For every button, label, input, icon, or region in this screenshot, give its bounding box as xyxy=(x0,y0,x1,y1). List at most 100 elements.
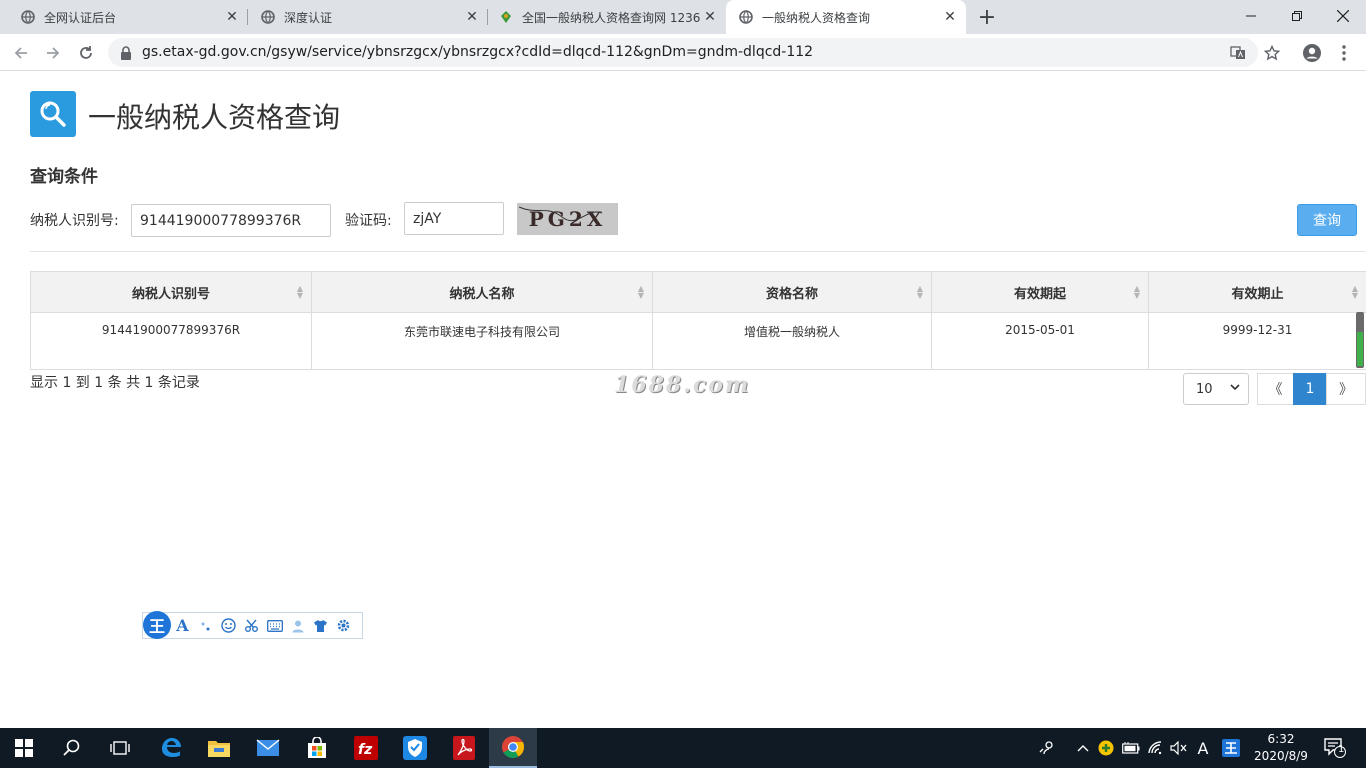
close-icon[interactable]: ✕ xyxy=(700,7,720,27)
watermark: 1688.com xyxy=(614,372,751,398)
profile-icon[interactable] xyxy=(1299,40,1325,66)
page-title: 一般纳税人资格查询 xyxy=(88,101,341,134)
scissors-icon[interactable] xyxy=(240,616,263,636)
notification-center-icon[interactable]: 1 xyxy=(1320,728,1350,768)
clock-time: 6:32 xyxy=(1267,732,1295,746)
search-icon[interactable] xyxy=(48,728,96,768)
table-scrollbar-thumb[interactable] xyxy=(1357,332,1363,366)
browser-tab-2[interactable]: 深度认证 ✕ xyxy=(248,0,488,34)
windows-start-icon[interactable] xyxy=(0,728,48,768)
tax-logo-icon xyxy=(498,9,514,25)
pdf-reader-icon[interactable] xyxy=(440,728,488,768)
ime-logo-icon[interactable]: 王 xyxy=(143,610,171,639)
ime-mode-indicator[interactable]: A xyxy=(1192,728,1214,768)
taxpayer-id-label: 纳税人识别号: xyxy=(30,213,119,229)
battery-icon[interactable] xyxy=(1120,728,1142,768)
column-header-valid-from[interactable]: 有效期起 ▲ ▼ xyxy=(931,271,1149,313)
translate-icon[interactable] xyxy=(1228,43,1248,63)
sort-icon[interactable]: ▲ ▼ xyxy=(917,285,923,300)
browser-tab-4[interactable]: 一般纳税人资格查询 ✕ xyxy=(726,0,966,34)
captcha-label: 验证码: xyxy=(345,213,392,229)
table-header-row: 纳税人识别号 ▲ ▼ 纳税人名称 ▲ ▼ 资格名称 ▲ ▼ 有效期起 ▲ ▼ 有效期止 ▲ ▼ xyxy=(30,271,1366,313)
page-size-value: 10 xyxy=(1196,381,1213,397)
globe-icon xyxy=(20,9,36,25)
chrome-icon[interactable] xyxy=(489,728,537,768)
sort-icon[interactable]: ▲ ▼ xyxy=(1352,285,1358,300)
close-icon[interactable]: ✕ xyxy=(940,7,960,27)
ime-tray-icon[interactable] xyxy=(1220,728,1242,768)
reload-button[interactable] xyxy=(73,40,99,66)
minimize-button[interactable] xyxy=(1228,0,1274,32)
ime-toolbar: 王 A xyxy=(142,610,363,639)
lock-icon[interactable] xyxy=(120,45,132,64)
captcha-image[interactable]: PG2X xyxy=(517,203,618,235)
user-icon[interactable] xyxy=(286,616,309,636)
column-header-qualification[interactable]: 资格名称 ▲ ▼ xyxy=(652,271,932,313)
address-bar[interactable]: gs.etax-gd.gov.cn/gsyw/service/ybnsrzgcx… xyxy=(108,38,1258,67)
close-icon[interactable]: ✕ xyxy=(222,7,242,27)
file-explorer-icon[interactable] xyxy=(195,728,243,768)
browser-tab-3[interactable]: 全国一般纳税人资格查询网 1236 ✕ xyxy=(488,0,726,34)
prev-page-button[interactable]: 《 xyxy=(1257,373,1294,405)
cell-taxpayer-id: 91441900077899376R xyxy=(30,312,312,370)
next-page-button[interactable]: 》 xyxy=(1326,373,1366,405)
page-size-select[interactable]: 10 xyxy=(1183,373,1249,405)
filezilla-icon[interactable]: fz xyxy=(342,728,390,768)
cell-qualification: 增值税一般纳税人 xyxy=(652,312,932,370)
tab-title: 全国一般纳税人资格查询网 1236 xyxy=(522,10,700,25)
sort-icon[interactable]: ▲ ▼ xyxy=(297,285,303,300)
browser-tab-1[interactable]: 全网认证后台 ✕ xyxy=(0,0,248,34)
mail-icon[interactable] xyxy=(244,728,292,768)
result-table: 纳税人识别号 ▲ ▼ 纳税人名称 ▲ ▼ 资格名称 ▲ ▼ 有效期起 ▲ ▼ 有效期止 ▲ ▼ 91… xyxy=(30,271,1366,370)
record-count-text: 显示 1 到 1 条 共 1 条记录 xyxy=(30,375,200,391)
emoji-icon[interactable] xyxy=(217,616,240,636)
taskbar-clock[interactable]: 6:32 2020/8/9 xyxy=(1250,731,1312,765)
security-plus-icon[interactable] xyxy=(1096,728,1116,768)
globe-icon xyxy=(738,9,754,25)
sort-icon[interactable]: ▲ ▼ xyxy=(638,285,644,300)
ime-punctuation-icon[interactable] xyxy=(194,616,217,636)
section-title: 查询条件 xyxy=(30,167,98,187)
store-icon[interactable] xyxy=(293,728,341,768)
new-tab-button[interactable]: + xyxy=(974,5,1000,30)
column-header-taxpayer-id[interactable]: 纳税人识别号 ▲ ▼ xyxy=(30,271,312,313)
taxpayer-id-input[interactable]: 91441900077899376R xyxy=(131,204,331,237)
sort-icon[interactable]: ▲ ▼ xyxy=(1134,285,1140,300)
tab-title: 全网认证后台 xyxy=(44,10,117,25)
task-view-icon[interactable] xyxy=(96,728,144,768)
captcha-input[interactable]: zjAY xyxy=(404,202,504,235)
skin-shirt-icon[interactable] xyxy=(309,616,332,636)
cell-valid-to: 9999-12-31 xyxy=(1148,312,1366,370)
cell-valid-from: 2015-05-01 xyxy=(931,312,1149,370)
chevron-up-icon[interactable] xyxy=(1074,728,1092,768)
table-row: 91441900077899376R 东莞市联速电子科技有限公司 增值税一般纳税… xyxy=(30,312,1366,370)
clock-date: 2020/8/9 xyxy=(1254,749,1308,763)
bookmark-star-icon[interactable] xyxy=(1259,40,1285,66)
column-header-valid-to[interactable]: 有效期止 ▲ ▼ xyxy=(1148,271,1366,313)
query-button[interactable]: 查询 xyxy=(1297,204,1357,236)
network-people-icon[interactable] xyxy=(1036,728,1058,768)
forward-button[interactable] xyxy=(40,40,66,66)
cell-taxpayer-name: 东莞市联速电子科技有限公司 xyxy=(311,312,653,370)
page-1-button[interactable]: 1 xyxy=(1293,373,1327,405)
keyboard-icon[interactable] xyxy=(263,616,286,636)
divider xyxy=(30,251,1366,252)
ime-font-icon[interactable]: A xyxy=(171,616,194,636)
close-icon[interactable]: ✕ xyxy=(462,7,482,27)
url-text: gs.etax-gd.gov.cn/gsyw/service/ybnsrzgcx… xyxy=(142,44,814,60)
shield-icon[interactable] xyxy=(391,728,439,768)
menu-kebab-icon[interactable] xyxy=(1331,40,1357,66)
globe-icon xyxy=(260,9,276,25)
gear-icon[interactable] xyxy=(332,616,355,636)
notification-count: 1 xyxy=(1338,744,1345,755)
edge-browser-icon[interactable] xyxy=(147,728,195,768)
browser-toolbar: gs.etax-gd.gov.cn/gsyw/service/ybnsrzgcx… xyxy=(0,34,1366,71)
chevron-down-icon xyxy=(1230,382,1240,395)
close-window-button[interactable] xyxy=(1320,0,1366,32)
speaker-muted-icon[interactable] xyxy=(1168,728,1190,768)
column-header-taxpayer-name[interactable]: 纳税人名称 ▲ ▼ xyxy=(311,271,653,313)
restore-button[interactable] xyxy=(1274,0,1320,32)
wifi-icon[interactable] xyxy=(1146,728,1168,768)
back-button[interactable] xyxy=(8,40,34,66)
search-icon xyxy=(30,91,76,137)
